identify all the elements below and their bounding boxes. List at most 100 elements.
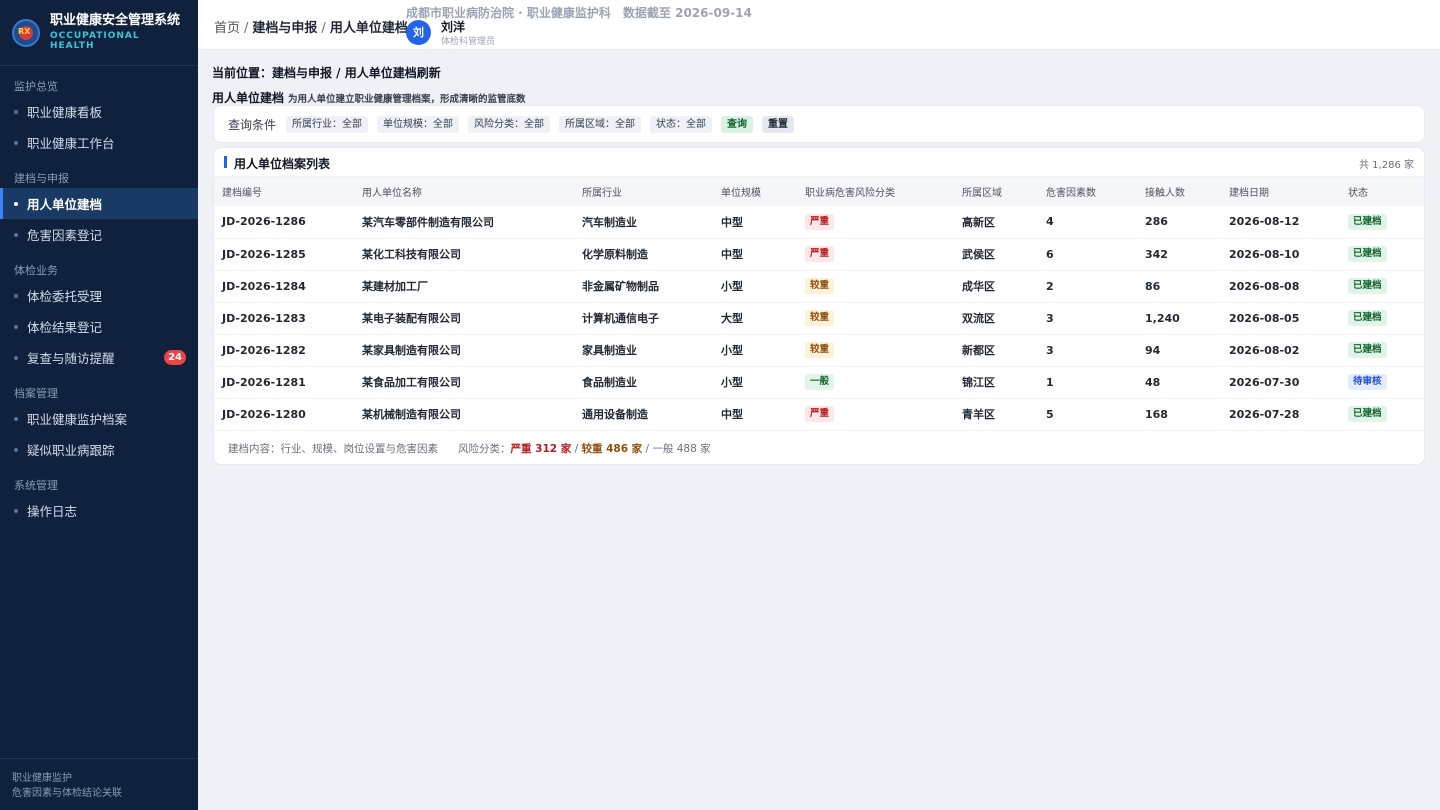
risk-badge: 严重	[805, 246, 835, 262]
sidebar-item-label: 操作日志	[27, 504, 78, 519]
cell-status: 已建档	[1340, 206, 1424, 238]
archive-table: 建档编号 用人单位名称 所属行业 单位规模 职业病危害风险分类 所属区域 危害因素数 接触人数…	[214, 177, 1424, 431]
cell-scale: 小型	[721, 376, 743, 389]
table-row[interactable]: JD-2026-1285 某化工科技有限公司 化学原料制造 中型 严重 武侯区 6 342 20…	[214, 238, 1424, 270]
cell-status: 待审核	[1340, 366, 1424, 398]
table-row[interactable]: JD-2026-1282 某家具制造有限公司 家具制造业 小型 较重 新都区 3 94 2026…	[214, 334, 1424, 366]
cell-exposed: 342	[1145, 247, 1168, 261]
sidebar-item[interactable]: 操作日志	[0, 495, 198, 526]
table-row[interactable]: JD-2026-1281 某食品加工有限公司 食品制造业 小型 一般 锦江区 1 48 2026…	[214, 366, 1424, 398]
sidebar-footer-line1: 职业健康监护	[12, 773, 72, 784]
table-row[interactable]: JD-2026-1280 某机械制造有限公司 通用设备制造 中型 严重 青羊区 5 168 20…	[214, 398, 1424, 430]
cell-area: 青羊区	[962, 408, 995, 421]
cell-risk: 严重	[797, 206, 954, 238]
table-row[interactable]: JD-2026-1286 某汽车零部件制造有限公司 汽车制造业 中型 严重 高新区 4 286…	[214, 206, 1424, 238]
table-row[interactable]: JD-2026-1283 某电子装配有限公司 计算机通信电子 大型 较重 双流区 3 1,24…	[214, 302, 1424, 334]
column-header[interactable]: 状态	[1340, 177, 1424, 206]
record-count: 共 1,286 家	[1359, 160, 1414, 171]
sidebar-item[interactable]: 疑似职业病跟踪	[0, 434, 198, 465]
cell-hazards: 3	[1046, 311, 1054, 325]
column-header[interactable]: 单位规模	[713, 177, 797, 206]
cell-scale: 中型	[721, 248, 743, 261]
sidebar-item-label: 体检结果登记	[27, 320, 103, 335]
breadcrumb-section-link[interactable]: 建档与申报	[252, 21, 317, 36]
sidebar-item[interactable]: 危害因素登记	[0, 219, 198, 250]
cell-industry: 家具制造业	[582, 344, 637, 357]
cell-status: 已建档	[1340, 398, 1424, 430]
column-header[interactable]: 接触人数	[1137, 177, 1221, 206]
cell-industry: 通用设备制造	[582, 408, 648, 421]
bullet-icon	[14, 447, 18, 452]
cell-name: 某机械制造有限公司	[362, 408, 461, 421]
cell-hazards: 4	[1046, 215, 1054, 229]
filter-status[interactable]: 状态：全部	[650, 115, 713, 133]
status-badge: 已建档	[1348, 278, 1387, 294]
bullet-icon	[14, 232, 18, 237]
cell-status: 已建档	[1340, 334, 1424, 366]
cell-risk: 严重	[797, 238, 954, 270]
column-header[interactable]: 所属行业	[574, 177, 713, 206]
cell-status: 已建档	[1340, 302, 1424, 334]
sidebar-item-label: 职业健康看板	[27, 105, 103, 120]
column-header[interactable]: 职业病危害风险分类	[797, 177, 954, 206]
cell-exposed: 86	[1145, 279, 1161, 293]
filter-risk[interactable]: 风险分类：全部	[468, 115, 551, 133]
column-header[interactable]: 危害因素数	[1038, 177, 1137, 206]
panel-footer: 建档内容：行业、规模、岗位设置与危害因素 风险分类：严重 312 家 / 较重 4…	[228, 443, 711, 455]
sidebar-item[interactable]: 复查与随访提醒 24	[0, 342, 198, 373]
table-row[interactable]: JD-2026-1284 某建材加工厂 非金属矿物制品 小型 较重 成华区 2 86 2026-…	[214, 270, 1424, 302]
user-name[interactable]: 刘洋	[441, 18, 465, 35]
status-badge: 待审核	[1348, 374, 1387, 390]
sidebar-item-label: 用人单位建档	[27, 197, 103, 212]
avatar[interactable]: 刘	[406, 20, 431, 45]
filter-scale[interactable]: 单位规模：全部	[377, 115, 460, 133]
cell-risk: 一般	[797, 366, 954, 398]
cell-scale: 小型	[721, 344, 743, 357]
cell-id: JD-2026-1285	[222, 247, 306, 261]
sidebar-item[interactable]: 职业健康看板	[0, 96, 198, 127]
sidebar-item[interactable]: 职业健康监护档案	[0, 403, 198, 434]
cell-exposed: 168	[1145, 407, 1168, 421]
notification-badge: 24	[164, 350, 186, 365]
sidebar-item[interactable]: 用人单位建档	[0, 188, 198, 219]
brand-subtitle-line2: HEALTH	[50, 41, 95, 51]
sidebar-footer: 职业健康监护 危害因素与体检结论关联	[0, 758, 198, 810]
cell-name: 某建材加工厂	[362, 280, 428, 293]
cell-hazards: 5	[1046, 407, 1054, 421]
cell-name: 某化工科技有限公司	[362, 248, 461, 261]
cell-id: JD-2026-1281	[222, 375, 306, 389]
sidebar-item[interactable]: 职业健康工作台	[0, 127, 198, 158]
filter-area[interactable]: 所属区域：全部	[559, 115, 642, 133]
cell-risk: 较重	[797, 334, 954, 366]
column-header[interactable]: 所属区域	[954, 177, 1038, 206]
sidebar-item-label: 体检委托受理	[27, 289, 103, 304]
bullet-icon	[14, 109, 18, 114]
cell-name: 某家具制造有限公司	[362, 344, 461, 357]
breadcrumb-current: 用人单位建档	[329, 21, 408, 36]
query-button[interactable]: 查询	[721, 115, 754, 133]
sidebar-item-label: 危害因素登记	[27, 228, 103, 243]
column-header[interactable]: 建档编号	[214, 177, 354, 206]
sidebar-nav: 监护总览 职业健康看板 职业健康工作台 建档与申报 用人单位建档 危害因素登记 体检业务 体检…	[0, 78, 198, 526]
risk-badge: 严重	[805, 213, 835, 230]
reset-button[interactable]: 重置	[762, 115, 795, 133]
brand-title: 职业健康安全管理系统	[50, 13, 181, 28]
breadcrumb-home-link[interactable]: 首页	[214, 21, 240, 36]
footer-content-note: 建档内容：行业、规模、岗位设置与危害因素	[228, 443, 438, 455]
page-description: 为用人单位建立职业健康管理档案，形成清晰的监管底数	[288, 94, 526, 105]
sidebar-item[interactable]: 体检结果登记	[0, 311, 198, 342]
sidebar-item[interactable]: 体检委托受理	[0, 280, 198, 311]
brand-logo-icon	[12, 18, 40, 47]
page-title: 用人单位建档 为用人单位建立职业健康管理档案，形成清晰的监管底数	[212, 89, 526, 106]
filter-industry[interactable]: 所属行业：全部	[286, 115, 369, 133]
cell-exposed: 286	[1145, 215, 1168, 229]
cell-hazards: 1	[1046, 375, 1054, 389]
cell-name: 某电子装配有限公司	[362, 312, 461, 325]
cell-scale: 大型	[721, 312, 743, 325]
cell-status: 已建档	[1340, 238, 1424, 270]
column-header[interactable]: 用人单位名称	[354, 177, 574, 206]
column-header[interactable]: 建档日期	[1221, 177, 1340, 206]
risk-badge: 较重	[805, 310, 835, 326]
cell-status: 已建档	[1340, 270, 1424, 302]
footer-medium-count: 较重 486 家	[581, 443, 643, 455]
